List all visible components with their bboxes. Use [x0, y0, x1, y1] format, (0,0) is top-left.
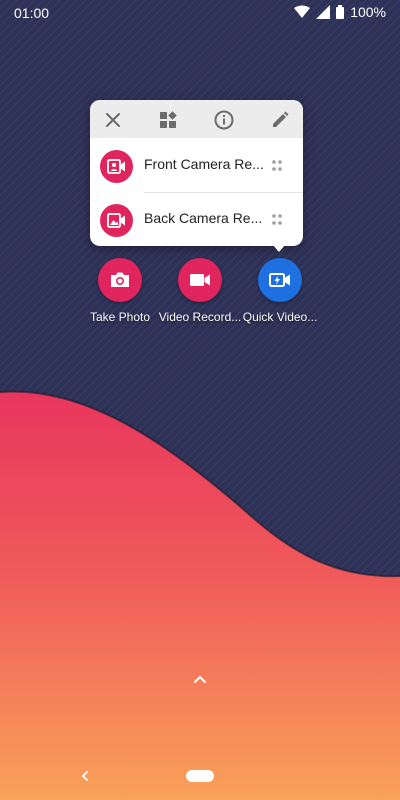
drag-handle-icon[interactable] [271, 159, 283, 173]
info-icon[interactable] [213, 109, 235, 131]
battery-percentage: 100% [350, 4, 386, 20]
front-camera-video-icon [100, 150, 133, 183]
wifi-icon [294, 5, 311, 18]
signal-icon [316, 5, 331, 19]
home-pill[interactable] [186, 770, 214, 782]
app-take-photo[interactable]: Take Photo [77, 258, 163, 324]
popup-toolbar [90, 100, 303, 138]
camera-icon[interactable] [98, 258, 142, 302]
widgets-icon[interactable] [157, 109, 179, 131]
shortcut-back-camera[interactable]: Back Camera Re... [90, 194, 303, 246]
app-quick-video[interactable]: Quick Video... [237, 258, 323, 324]
app-label: Video Record... [158, 310, 242, 324]
shortcut-label: Back Camera Re... [144, 210, 263, 226]
app-label: Quick Video... [242, 310, 318, 324]
back-icon[interactable] [78, 768, 92, 784]
video-camera-icon[interactable] [178, 258, 222, 302]
clock: 01:00 [14, 5, 50, 21]
divider [144, 192, 303, 193]
status-bar: 01:00 100% [0, 0, 400, 26]
back-camera-video-icon [100, 204, 133, 237]
quick-video-icon[interactable] [258, 258, 302, 302]
shortcut-front-camera[interactable]: Front Camera Re... [90, 140, 303, 192]
shortcut-label: Front Camera Re... [144, 156, 264, 172]
shortcut-popup: Front Camera Re... Back Camera Re... [90, 100, 303, 252]
drag-handle-icon[interactable] [271, 213, 283, 227]
popup-pointer [272, 244, 286, 252]
app-label: Take Photo [89, 310, 151, 324]
chevron-up-icon[interactable] [191, 672, 209, 686]
app-video-record[interactable]: Video Record... [157, 258, 243, 324]
status-icons: 100% [294, 4, 386, 20]
close-icon[interactable] [102, 109, 124, 131]
edit-icon[interactable] [269, 109, 291, 131]
battery-icon [336, 5, 345, 19]
